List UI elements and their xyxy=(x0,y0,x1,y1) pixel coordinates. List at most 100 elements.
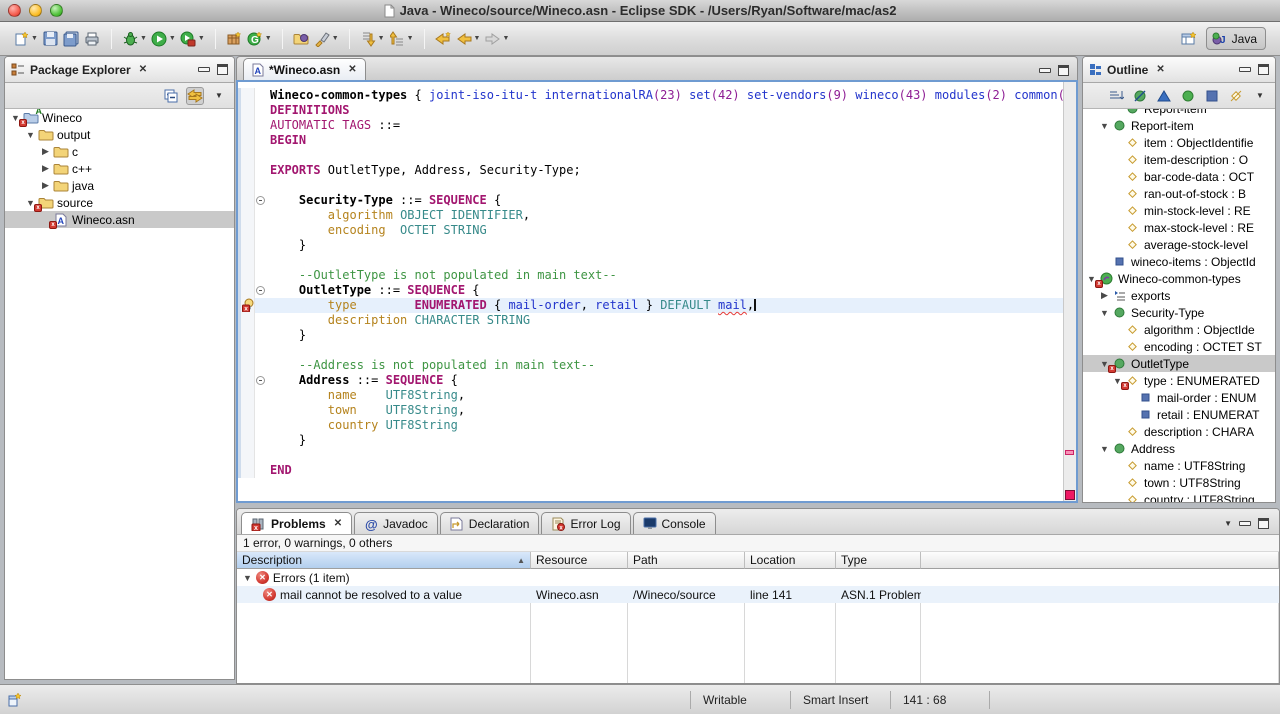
annotation-ruler[interactable] xyxy=(238,133,255,148)
maximize-view-button[interactable] xyxy=(217,64,228,75)
column-header-type[interactable]: Type xyxy=(836,552,921,569)
outline-item-security-type[interactable]: ▼Security-Type xyxy=(1083,304,1275,321)
outline-item-wineco-common-types[interactable]: ▼xWineco-common-types xyxy=(1083,270,1275,287)
annotation-ruler[interactable] xyxy=(238,403,255,418)
overview-ruler[interactable] xyxy=(1063,82,1076,501)
minimize-editor-button[interactable] xyxy=(1039,68,1051,73)
new-class-button[interactable]: G▼ xyxy=(245,27,274,51)
annotation-ruler[interactable] xyxy=(238,148,255,163)
code-line-13[interactable]: --OutletType is not populated in main te… xyxy=(238,268,1076,283)
problems-group-row[interactable]: ▼✕Errors (1 item) xyxy=(237,569,1279,586)
code-line-4[interactable]: BEGIN xyxy=(238,133,1076,148)
collapse-all-button[interactable] xyxy=(162,87,180,105)
annotation-ruler[interactable] xyxy=(238,103,255,118)
dropdown-arrow-icon[interactable]: ▼ xyxy=(169,35,176,42)
annotation-ruler[interactable] xyxy=(238,118,255,133)
annotation-ruler[interactable] xyxy=(238,283,255,298)
dropdown-arrow-icon[interactable]: ▼ xyxy=(265,35,272,42)
disclosure-triangle-icon[interactable]: ▼ xyxy=(243,573,252,583)
annotation-ruler[interactable] xyxy=(238,433,255,448)
code-text[interactable]: country UTF8String xyxy=(268,418,1076,433)
code-line-23[interactable]: country UTF8String xyxy=(238,418,1076,433)
back-button[interactable]: ▼ xyxy=(454,27,483,51)
forward-button[interactable]: ▼ xyxy=(482,27,511,51)
close-editor-icon[interactable]: ✕ xyxy=(348,64,356,75)
java-perspective-button[interactable]: J Java xyxy=(1206,27,1266,50)
filter-circle-button[interactable] xyxy=(1131,87,1149,105)
editor-tab-wineco-asn[interactable]: A *Wineco.asn ✕ xyxy=(243,58,366,80)
dropdown-arrow-icon[interactable]: ▼ xyxy=(474,35,481,42)
code-line-1[interactable]: Wineco-common-types { joint-iso-itu-t in… xyxy=(238,88,1076,103)
outline-item-description-chara[interactable]: description : CHARA xyxy=(1083,423,1275,440)
annotation-ruler[interactable] xyxy=(238,178,255,193)
disclosure-triangle-icon[interactable]: ▼ xyxy=(1098,308,1111,318)
error-overview-marker[interactable] xyxy=(1065,450,1074,455)
code-line-24[interactable]: } xyxy=(238,433,1076,448)
code-text[interactable] xyxy=(268,343,1076,358)
code-line-19[interactable]: --Address is not populated in main text-… xyxy=(238,358,1076,373)
annotation-ruler[interactable] xyxy=(238,313,255,328)
code-text[interactable]: town UTF8String, xyxy=(268,403,1076,418)
code-text[interactable]: --OutletType is not populated in main te… xyxy=(268,268,1076,283)
annotation-ruler[interactable] xyxy=(238,358,255,373)
column-header-description[interactable]: Description▲ xyxy=(237,552,531,569)
outline-item-report-item[interactable]: Report-item xyxy=(1083,109,1275,117)
view-menu-icon[interactable]: ▼ xyxy=(1224,519,1232,528)
package-explorer-item-wineco[interactable]: ▼AxWineco xyxy=(5,109,234,126)
disclosure-triangle-icon[interactable]: ▼ xyxy=(1098,121,1111,131)
code-line-12[interactable] xyxy=(238,253,1076,268)
close-view-icon[interactable]: ✕ xyxy=(334,518,342,529)
code-line-7[interactable] xyxy=(238,178,1076,193)
package-explorer-item-c[interactable]: ▶c xyxy=(5,143,234,160)
code-text[interactable]: END xyxy=(268,463,1076,478)
outline-item-bar-code-data-oct[interactable]: bar-code-data : OCT xyxy=(1083,168,1275,185)
outline-item-item-objectidentifie[interactable]: item : ObjectIdentifie xyxy=(1083,134,1275,151)
code-area[interactable]: Wineco-common-types { joint-iso-itu-t in… xyxy=(238,82,1076,501)
outline-item-wineco-items-objectid[interactable]: wineco-items : ObjectId xyxy=(1083,253,1275,270)
outline-item-outlettype[interactable]: ▼xOutletType xyxy=(1083,355,1275,372)
outline-item-type-enumerated[interactable]: ▼xtype : ENUMERATED xyxy=(1083,372,1275,389)
dropdown-arrow-icon[interactable]: ▼ xyxy=(378,35,385,42)
annotation-ruler[interactable] xyxy=(238,88,255,103)
code-line-20[interactable]: Address ::= SEQUENCE { xyxy=(238,373,1076,388)
code-text[interactable]: name UTF8String, xyxy=(268,388,1076,403)
zoom-window-button[interactable] xyxy=(50,4,63,17)
code-text[interactable]: } xyxy=(268,238,1076,253)
maximize-editor-button[interactable] xyxy=(1058,65,1069,76)
code-line-11[interactable]: } xyxy=(238,238,1076,253)
minimize-window-button[interactable] xyxy=(29,4,42,17)
code-line-18[interactable] xyxy=(238,343,1076,358)
package-explorer-item-source[interactable]: ▼xsource xyxy=(5,194,234,211)
column-header-path[interactable]: Path xyxy=(628,552,745,569)
code-line-8[interactable]: Security-Type ::= SEQUENCE { xyxy=(238,193,1076,208)
code-text[interactable]: encoding OCTET STRING xyxy=(268,223,1076,238)
code-text[interactable]: type ENUMERATED { mail-order, retail } D… xyxy=(268,298,1076,313)
code-line-17[interactable]: } xyxy=(238,328,1076,343)
package-explorer-item-c-[interactable]: ▶c++ xyxy=(5,160,234,177)
code-text[interactable]: DEFINITIONS xyxy=(268,103,1076,118)
error-marker-icon[interactable]: x xyxy=(238,298,255,313)
outline-item-town-utf8string[interactable]: town : UTF8String xyxy=(1083,474,1275,491)
outline-item-mail-order-enum[interactable]: mail-order : ENUM xyxy=(1083,389,1275,406)
outline-item-report-item[interactable]: ▼Report-item xyxy=(1083,117,1275,134)
code-text[interactable] xyxy=(268,178,1076,193)
save-button[interactable] xyxy=(40,27,61,51)
dropdown-arrow-icon[interactable]: ▼ xyxy=(332,35,339,42)
column-header-location[interactable]: Location xyxy=(745,552,836,569)
tab-console[interactable]: Console xyxy=(633,512,716,534)
annotation-ruler[interactable] xyxy=(238,253,255,268)
annotation-ruler[interactable] xyxy=(238,388,255,403)
code-line-21[interactable]: name UTF8String, xyxy=(238,388,1076,403)
filter-ball-button[interactable] xyxy=(1179,87,1197,105)
package-explorer-item-output[interactable]: ▼output xyxy=(5,126,234,143)
prev-annot-button[interactable]: ▼ xyxy=(387,27,416,51)
outline-item-address[interactable]: ▼Address xyxy=(1083,440,1275,457)
outline-item-algorithm-objectide[interactable]: algorithm : ObjectIde xyxy=(1083,321,1275,338)
dropdown-arrow-icon[interactable]: ▼ xyxy=(31,35,38,42)
annotation-ruler[interactable] xyxy=(238,463,255,478)
code-text[interactable]: Security-Type ::= SEQUENCE { xyxy=(268,193,1076,208)
debug-button[interactable]: ▼ xyxy=(120,27,149,51)
brush-button[interactable]: ▼ xyxy=(312,27,341,51)
minimize-view-button[interactable] xyxy=(1239,521,1251,526)
disclosure-triangle-icon[interactable]: ▼ xyxy=(1098,444,1111,454)
